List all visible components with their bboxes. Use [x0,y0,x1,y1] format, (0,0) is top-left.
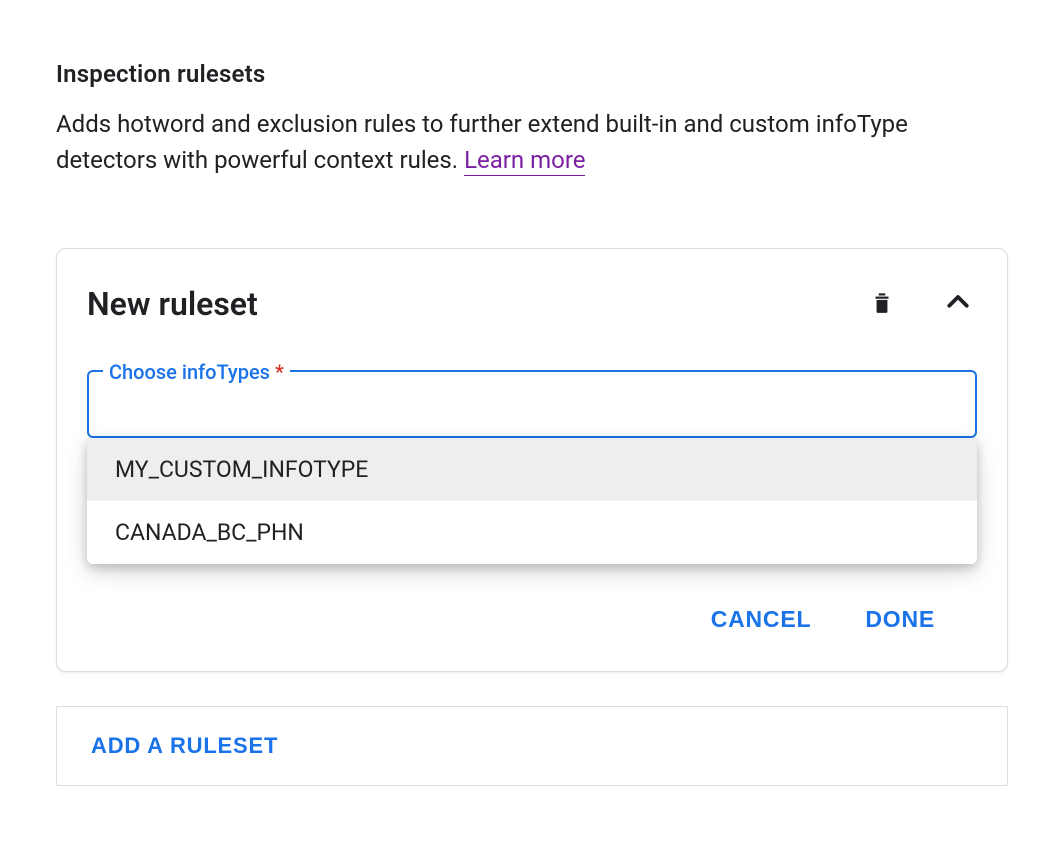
card-actions [865,283,977,324]
section-title: Inspection rulesets [56,60,1008,88]
card-footer: CANCEL DONE [87,598,977,641]
infotype-input-wrapper: Choose infoTypes * MY_CUSTOM_INFOTYPE CA… [87,370,977,438]
input-label-text: Choose infoTypes [109,360,275,384]
card-header: New ruleset [87,283,977,324]
card-title: New ruleset [87,285,258,323]
trash-icon [869,288,895,319]
required-asterisk: * [275,360,284,384]
delete-button[interactable] [865,284,899,323]
dropdown-option[interactable]: MY_CUSTOM_INFOTYPE [87,438,977,501]
ruleset-card: New ruleset [56,248,1008,672]
cancel-button[interactable]: CANCEL [709,598,814,641]
learn-more-link[interactable]: Learn more [464,146,585,176]
input-label: Choose infoTypes * [103,360,290,384]
done-button[interactable]: DONE [863,598,937,641]
section-description: Adds hotword and exclusion rules to furt… [56,106,966,178]
infotype-dropdown: MY_CUSTOM_INFOTYPE CANADA_BC_PHN [87,438,977,564]
chevron-up-icon [943,287,973,320]
dropdown-option[interactable]: CANADA_BC_PHN [87,501,977,564]
dialog-actions: CANCEL DONE [87,598,977,641]
add-ruleset-container: ADD A RULESET [56,706,1008,786]
collapse-button[interactable] [939,283,977,324]
add-ruleset-button[interactable]: ADD A RULESET [91,733,278,759]
choose-infotypes-input[interactable]: Choose infoTypes * [87,370,977,438]
